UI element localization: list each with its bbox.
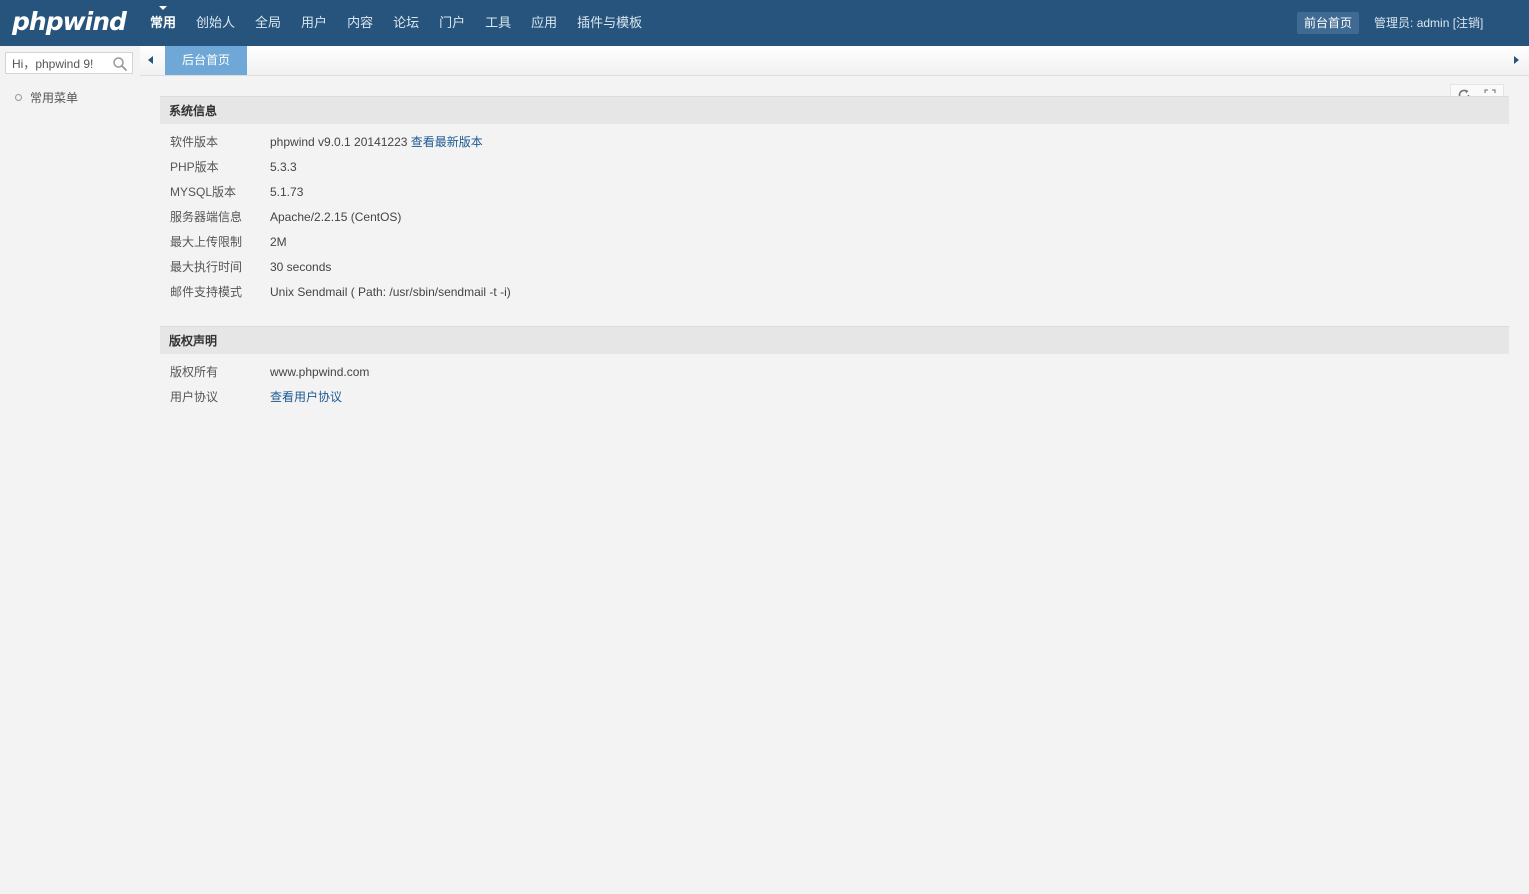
- tab-bar: 后台首页: [140, 46, 1529, 76]
- tab-admin-home[interactable]: 后台首页: [165, 46, 247, 75]
- caret-down-icon: [159, 6, 167, 10]
- info-row-mail-mode: 邮件支持模式 Unix Sendmail ( Path: /usr/sbin/se…: [170, 285, 511, 299]
- search-box: [5, 52, 133, 74]
- sidebar-item-common-menu[interactable]: 常用菜单: [15, 90, 78, 106]
- check-latest-version-link[interactable]: 查看最新版本: [411, 135, 483, 149]
- sidebar: 常用菜单: [0, 46, 140, 894]
- nav-item-forum[interactable]: 论坛: [383, 0, 429, 46]
- info-row-max-exec-time: 最大执行时间 30 seconds: [170, 260, 332, 274]
- nav-item-global[interactable]: 全局: [245, 0, 291, 46]
- info-row-user-agreement: 用户协议 查看用户协议: [170, 390, 343, 404]
- nav-item-portal[interactable]: 门户: [429, 0, 475, 46]
- info-row-php-version: PHP版本 5.3.3: [170, 160, 297, 174]
- nav-item-common[interactable]: 常用: [140, 0, 186, 46]
- admin-name: admin: [1416, 16, 1450, 30]
- circle-bullet-icon: [15, 94, 22, 102]
- logout-link[interactable]: [注销]: [1453, 16, 1484, 30]
- tab-scroll-right-icon[interactable]: [1514, 56, 1519, 64]
- nav-item-tools[interactable]: 工具: [475, 0, 521, 46]
- info-row-max-upload: 最大上传限制 2M: [170, 235, 287, 249]
- info-row-server-info: 服务器端信息 Apache/2.2.15 (CentOS): [170, 210, 402, 224]
- front-home-button[interactable]: 前台首页: [1297, 12, 1359, 34]
- info-row-software-version: 软件版本 phpwind v9.0.1 20141223 查看最新版本: [170, 135, 483, 149]
- search-icon[interactable]: [112, 56, 128, 72]
- admin-label: 管理员:: [1374, 16, 1414, 30]
- nav-item-plugins-templates[interactable]: 插件与模板: [567, 0, 652, 46]
- nav-item-content[interactable]: 内容: [337, 0, 383, 46]
- info-row-copyright-owner: 版权所有 www.phpwind.com: [170, 365, 370, 379]
- info-row-mysql-version: MYSQL版本 5.1.73: [170, 185, 304, 199]
- search-input[interactable]: [6, 53, 112, 73]
- tab-scroll-left-icon[interactable]: [148, 56, 153, 64]
- view-user-agreement-link[interactable]: 查看用户协议: [270, 390, 342, 404]
- main-content: 系统信息 软件版本 phpwind v9.0.1 20141223 查看最新版本 …: [140, 76, 1529, 894]
- nav-item-apps[interactable]: 应用: [521, 0, 567, 46]
- nav-item-users[interactable]: 用户: [291, 0, 337, 46]
- logo[interactable]: phpwind: [12, 6, 127, 38]
- main-nav: 常用 创始人 全局 用户 内容 论坛 门户 工具 应用 插件与模板: [140, 0, 652, 46]
- admin-info: 管理员: admin [注销]: [1374, 12, 1483, 34]
- copyright-header: 版权声明: [160, 326, 1509, 354]
- system-info-header: 系统信息: [160, 96, 1509, 124]
- top-header: phpwind 常用 创始人 全局 用户 内容 论坛 门户 工具 应用 插件与模…: [0, 0, 1529, 46]
- nav-item-founder[interactable]: 创始人: [186, 0, 245, 46]
